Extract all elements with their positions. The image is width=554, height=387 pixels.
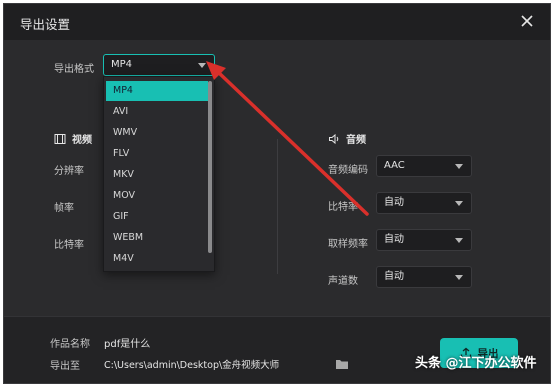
watermark-text: 头条 @江下办公软件 bbox=[415, 356, 537, 371]
annotation-arrow bbox=[206, 61, 369, 216]
